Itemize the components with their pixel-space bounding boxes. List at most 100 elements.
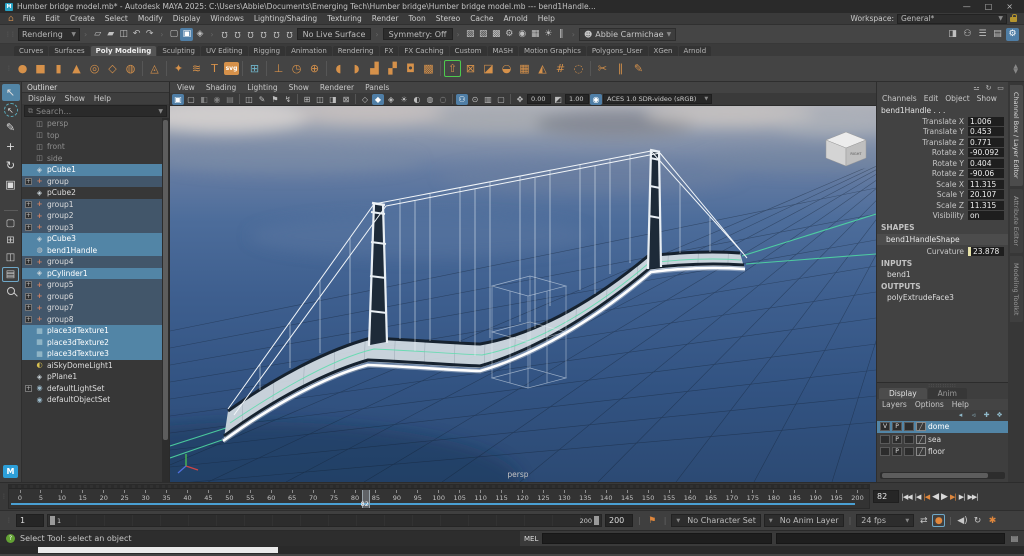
close-button[interactable]: × xyxy=(1006,2,1013,11)
outliner-item[interactable]: ◫ top xyxy=(22,130,162,142)
expand-toggle[interactable] xyxy=(25,339,32,346)
subdivide-icon[interactable]: ▦ xyxy=(516,60,533,77)
lattice-icon[interactable]: # xyxy=(552,60,569,77)
use-lighting-icon[interactable]: ☀ xyxy=(398,94,410,105)
shelf-scroll-arrows[interactable]: ▲▼ xyxy=(1013,64,1020,74)
expand-toggle[interactable] xyxy=(25,189,32,196)
outliner-item[interactable]: + + group2 xyxy=(22,210,162,222)
outliner-item[interactable]: ◫ persp xyxy=(22,118,162,130)
channel-attribute-row[interactable]: Curvature 23.878 xyxy=(877,246,1008,257)
shelf-tab-rigging[interactable]: Rigging xyxy=(249,46,286,56)
channel-attribute-row[interactable]: Rotate Y 0.404 xyxy=(877,158,1008,169)
super-shape-icon[interactable]: ✦ xyxy=(170,60,187,77)
type-tool-icon[interactable]: T xyxy=(206,60,223,77)
layer-row[interactable]: P ╱ sea xyxy=(877,433,1008,446)
gamma-field[interactable]: 1.00 xyxy=(565,94,589,104)
move-tool[interactable]: + xyxy=(2,138,20,155)
shelf-tab-arnold[interactable]: Arnold xyxy=(679,46,712,56)
platonic-solid-icon[interactable]: ◬ xyxy=(146,60,163,77)
modeling-toolkit-icon[interactable]: ⊞ xyxy=(246,60,263,77)
render-current-frame-icon[interactable]: ▨ xyxy=(477,28,490,41)
shadows-icon[interactable]: ◐ xyxy=(411,94,423,105)
expand-toggle[interactable] xyxy=(25,155,32,162)
menu-create[interactable]: Create xyxy=(65,14,100,23)
layer-visibility-checkbox[interactable] xyxy=(880,435,890,444)
quad-draw-icon[interactable]: ✎ xyxy=(630,60,647,77)
outliner-item[interactable]: ◈ pCube3 xyxy=(22,233,162,245)
attribute-name[interactable]: Curvature xyxy=(927,247,964,256)
layout-two-icon[interactable]: ◫ xyxy=(314,94,326,105)
shelf-tab-motion-graphics[interactable]: Motion Graphics xyxy=(519,46,586,56)
layer-playback-checkbox[interactable]: P xyxy=(892,435,902,444)
shelf-tab-curves[interactable]: Curves xyxy=(14,46,48,56)
set-key-icon[interactable]: ⚑ xyxy=(646,514,659,527)
anim-layer-select[interactable]: ▼No Anim Layer xyxy=(764,514,844,527)
outliner-search-input[interactable]: ⧉ Search... ▼ xyxy=(24,105,167,117)
wedge-icon[interactable]: ◭ xyxy=(534,60,551,77)
time-slider-grip[interactable]: ⋮ xyxy=(0,483,8,510)
extrude-icon[interactable]: ⇧ xyxy=(444,60,461,77)
expand-toggle[interactable] xyxy=(25,120,32,127)
layout-single-pane-button[interactable]: ▢ xyxy=(2,216,19,231)
shelf-tab-fx-caching[interactable]: FX Caching xyxy=(399,46,448,56)
layout-single-icon[interactable]: ⊞ xyxy=(301,94,313,105)
make-live-icon[interactable]: Ω xyxy=(283,28,296,41)
expand-toggle[interactable]: + xyxy=(25,281,32,288)
outliner-item[interactable]: + + group3 xyxy=(22,222,162,234)
attribute-name[interactable]: Rotate Y xyxy=(932,159,964,168)
select-component-icon[interactable]: ◈ xyxy=(193,28,206,41)
user-account-chip[interactable]: ☻ Abbie Carmichae ▼ xyxy=(579,28,676,41)
shelf-tab-sculpting[interactable]: Sculpting xyxy=(157,46,200,56)
cached-playback-icon[interactable]: ↻ xyxy=(971,514,984,527)
mirror-icon[interactable]: ⊠ xyxy=(462,60,479,77)
bevel-icon[interactable]: ◪ xyxy=(480,60,497,77)
layer-color-swatch[interactable]: ╱ xyxy=(916,447,926,456)
ipr-render-icon[interactable]: ▩ xyxy=(490,28,503,41)
shelf-tab-rendering[interactable]: Rendering xyxy=(333,46,379,56)
expand-toggle[interactable] xyxy=(25,166,32,173)
shelf-tab-mash[interactable]: MASH xyxy=(488,46,519,56)
expand-toggle[interactable]: + xyxy=(25,304,32,311)
layer-name[interactable]: floor xyxy=(928,447,945,456)
poly-sphere-icon[interactable]: ● xyxy=(14,60,31,77)
channel-attribute-row[interactable]: Scale Z 11.315 xyxy=(877,200,1008,211)
menu-select[interactable]: Select xyxy=(100,14,133,23)
layer-display-type-box[interactable] xyxy=(904,447,914,456)
poly-plane-icon[interactable]: ◇ xyxy=(104,60,121,77)
move-layer-up-icon[interactable]: ◂ xyxy=(956,411,965,420)
layer-playback-checkbox[interactable]: P xyxy=(892,422,902,431)
channel-attribute-row[interactable]: Rotate Z -90.06 xyxy=(877,169,1008,180)
smooth-icon[interactable]: ◒ xyxy=(498,60,515,77)
outliner-item[interactable]: + + group5 xyxy=(22,279,162,291)
channel-attribute-row[interactable]: Scale X 11.315 xyxy=(877,179,1008,190)
channel-attribute-row[interactable]: Rotate X -90.092 xyxy=(877,148,1008,159)
expand-toggle[interactable] xyxy=(25,270,32,277)
boolean-difference-icon[interactable]: ◗ xyxy=(348,60,365,77)
light-editor-icon[interactable]: ☀ xyxy=(542,28,555,41)
shelf-tab-animation[interactable]: Animation xyxy=(286,46,332,56)
menu-modify[interactable]: Modify xyxy=(133,14,168,23)
channel-box-layer-toggle-icon[interactable]: ☰ xyxy=(976,28,989,41)
layer-row[interactable]: P ╱ floor xyxy=(877,446,1008,459)
center-pivot-icon[interactable]: ⊕ xyxy=(306,60,323,77)
redo-icon[interactable]: ↷ xyxy=(143,28,156,41)
outliner-item[interactable]: ▦ place3dTexture1 xyxy=(22,325,162,337)
layer-color-swatch[interactable]: ╱ xyxy=(916,422,926,431)
outliner-item[interactable]: + + group8 xyxy=(22,314,162,326)
boolean-union-icon[interactable]: ◖ xyxy=(330,60,347,77)
render-settings-icon[interactable]: ⚙ xyxy=(503,28,516,41)
script-editor-icon[interactable]: ▤ xyxy=(1009,533,1020,544)
attribute-editor-toggle-icon[interactable]: ◨ xyxy=(946,28,959,41)
animation-preferences-icon[interactable]: ✱ xyxy=(986,514,999,527)
current-frame-field[interactable]: 82 xyxy=(873,490,899,503)
play-forwards-button[interactable]: ▶ xyxy=(940,492,949,502)
filter-icon[interactable]: ▼ xyxy=(158,108,163,115)
poly-cube-icon[interactable]: ■ xyxy=(32,60,49,77)
reduce-icon[interactable]: ▩ xyxy=(420,60,437,77)
go-to-start-button[interactable]: |◀◀ xyxy=(900,493,913,501)
layer-name[interactable]: dome xyxy=(928,422,949,431)
menu-windows[interactable]: Windows xyxy=(205,14,248,23)
shelf-tab-poly-modeling[interactable]: Poly Modeling xyxy=(91,46,157,56)
select-object-icon[interactable]: ▣ xyxy=(180,28,193,41)
channel-settings-icon[interactable]: ↻ xyxy=(984,83,993,92)
